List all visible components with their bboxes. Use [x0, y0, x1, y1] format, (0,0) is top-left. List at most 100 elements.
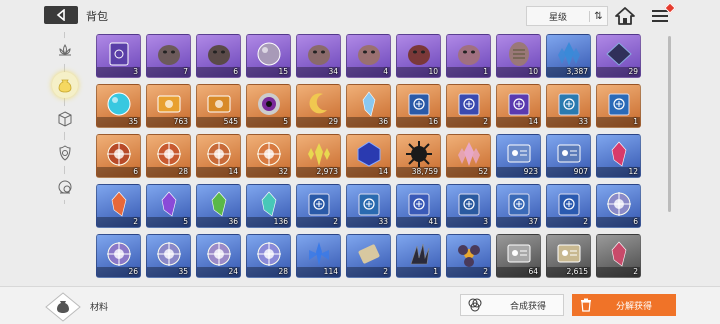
item-quantity: 16: [428, 117, 438, 126]
inventory-item[interactable]: 29: [596, 34, 641, 78]
inventory-item[interactable]: 907: [546, 134, 591, 178]
inventory-item[interactable]: 24: [196, 234, 241, 278]
item-quantity: 114: [323, 267, 338, 276]
inventory-item[interactable]: 2: [296, 184, 341, 228]
item-quantity: 29: [328, 117, 338, 126]
inventory-item[interactable]: 7: [146, 34, 191, 78]
inventory-item[interactable]: 545: [196, 84, 241, 128]
shard-icon: [161, 191, 177, 217]
inventory-item[interactable]: 14: [496, 84, 541, 128]
inventory-item[interactable]: 1: [396, 234, 441, 278]
sort-dropdown[interactable]: 星级 ⇅: [526, 6, 608, 26]
inventory-item[interactable]: 37: [496, 184, 541, 228]
sort-order-icon[interactable]: ⇅: [589, 10, 607, 22]
item-quantity: 4: [383, 67, 388, 76]
item-quantity: 35: [128, 117, 138, 126]
inventory-item[interactable]: 5: [246, 84, 291, 128]
inventory-item[interactable]: 38,759: [396, 134, 441, 178]
orb-icon: [257, 42, 281, 66]
compass-icon: [107, 242, 131, 266]
inventory-item[interactable]: 6: [96, 134, 141, 178]
inventory-item[interactable]: 10: [496, 34, 541, 78]
decompose-button[interactable]: 分解获得: [572, 294, 676, 316]
inventory-item[interactable]: 14: [346, 134, 391, 178]
inventory-item[interactable]: 12: [596, 134, 641, 178]
inventory-item[interactable]: 2: [446, 84, 491, 128]
grid-scrollbar[interactable]: [668, 36, 671, 212]
sidebar-item-cube[interactable]: [52, 106, 78, 132]
inventory-item[interactable]: 2: [596, 234, 641, 278]
inventory-item[interactable]: 3: [446, 184, 491, 228]
item-quantity: 33: [378, 217, 388, 226]
inventory-item[interactable]: 41: [396, 184, 441, 228]
inventory-item[interactable]: 52: [446, 134, 491, 178]
item-quantity: 3: [133, 67, 138, 76]
inventory-item[interactable]: 3,387: [546, 34, 591, 78]
item-quantity: 2: [483, 267, 488, 276]
inventory-item[interactable]: 35: [96, 84, 141, 128]
compass-icon: [107, 142, 131, 166]
inventory-item[interactable]: 4: [346, 34, 391, 78]
inventory-item[interactable]: 1: [596, 84, 641, 128]
lotus-icon: [59, 44, 71, 56]
item-quantity: 41: [428, 217, 438, 226]
inventory-item[interactable]: 136: [246, 184, 291, 228]
inventory-item[interactable]: 3: [96, 34, 141, 78]
inventory-item[interactable]: 29: [296, 84, 341, 128]
inventory-item[interactable]: 114: [296, 234, 341, 278]
inventory-item[interactable]: 33: [546, 84, 591, 128]
inventory-item[interactable]: 36: [346, 84, 391, 128]
inventory-item[interactable]: 26: [96, 234, 141, 278]
item-quantity: 12: [628, 167, 638, 176]
category-sidebar: [40, 32, 90, 272]
item-quantity: 1: [633, 117, 638, 126]
inventory-item[interactable]: 28: [246, 234, 291, 278]
inventory-item[interactable]: 2,615: [546, 234, 591, 278]
inventory-item[interactable]: 2: [96, 184, 141, 228]
inventory-item[interactable]: 2: [546, 184, 591, 228]
inventory-item[interactable]: 16: [396, 84, 441, 128]
id-card-icon: [507, 244, 531, 263]
inventory-item[interactable]: 923: [496, 134, 541, 178]
inventory-item[interactable]: 14: [196, 134, 241, 178]
inventory-item[interactable]: 2: [446, 234, 491, 278]
sidebar-item-lotus[interactable]: [52, 38, 78, 64]
home-button[interactable]: [614, 6, 636, 26]
item-quantity: 28: [178, 167, 188, 176]
stone-head-icon: [308, 45, 330, 65]
synthesize-button[interactable]: 合成获得: [460, 294, 564, 316]
compass-icon: [207, 142, 231, 166]
sidebar-item-materials[interactable]: [52, 72, 78, 98]
crystal-cluster-icon: [458, 142, 480, 166]
inventory-item[interactable]: 6: [596, 184, 641, 228]
inventory-item[interactable]: 6: [196, 34, 241, 78]
inventory-item[interactable]: 33: [346, 184, 391, 228]
inventory-item[interactable]: 36: [196, 184, 241, 228]
inventory-item[interactable]: 2: [346, 234, 391, 278]
category-emblem: [44, 292, 82, 322]
inventory-item[interactable]: 32: [246, 134, 291, 178]
book-icon: [458, 93, 480, 116]
compass-icon: [207, 242, 231, 266]
top-bar: 背包 星级 ⇅: [0, 0, 720, 30]
inventory-item[interactable]: 15: [246, 34, 291, 78]
sidebar-item-gear[interactable]: [52, 140, 78, 166]
inventory-item[interactable]: 1: [446, 34, 491, 78]
item-quantity: 545: [223, 117, 238, 126]
inventory-item[interactable]: 35: [146, 234, 191, 278]
spark-crystal-icon: [308, 143, 330, 166]
back-button[interactable]: [44, 6, 78, 24]
item-quantity: 36: [378, 117, 388, 126]
inventory-item[interactable]: 28: [146, 134, 191, 178]
item-quantity: 37: [528, 217, 538, 226]
inventory-item[interactable]: 64: [496, 234, 541, 278]
inventory-item[interactable]: 10: [396, 34, 441, 78]
inventory-item[interactable]: 5: [146, 184, 191, 228]
inventory-item[interactable]: 763: [146, 84, 191, 128]
inventory-item[interactable]: 2,973: [296, 134, 341, 178]
item-quantity: 35: [178, 267, 188, 276]
menu-button[interactable]: [650, 2, 676, 26]
sidebar-item-circle[interactable]: [52, 174, 78, 200]
inventory-item[interactable]: 34: [296, 34, 341, 78]
item-quantity: 34: [328, 67, 338, 76]
